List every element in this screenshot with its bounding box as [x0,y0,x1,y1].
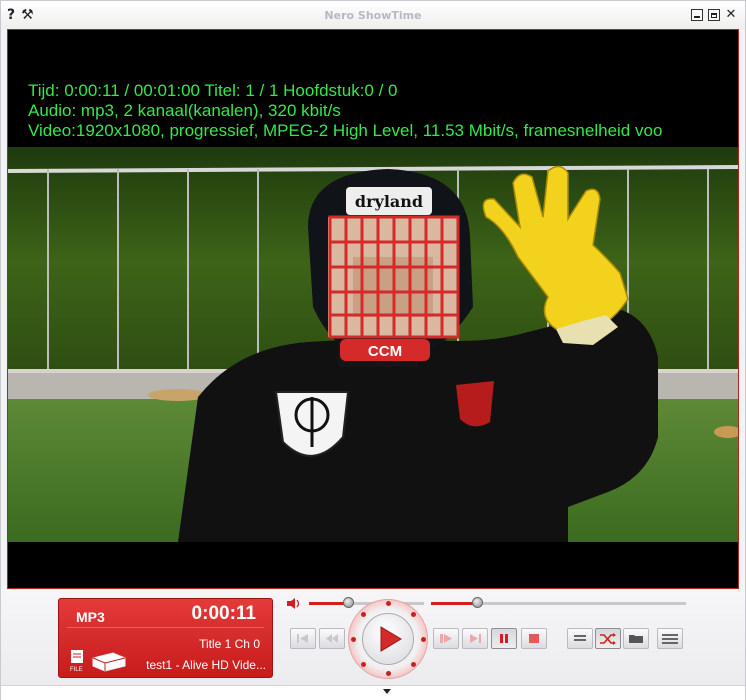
rewind-icon [326,634,338,643]
dial-dot [351,637,356,642]
dial-dot [421,637,426,642]
expand-arrow-icon[interactable] [383,689,391,694]
play-button[interactable] [362,613,414,665]
playlist-icon [574,635,586,641]
restore-button[interactable] [708,9,720,21]
stop-icon [529,634,539,643]
osd-overlay: Tijd: 0:00:11 / 00:01:00 Titel: 1 / 1 Ho… [28,81,662,141]
lcd-time: 0:00:11 [191,603,256,624]
osd-line-video: Video:1920x1080, progressief, MPEG-2 Hig… [28,121,663,140]
file-source-icon[interactable]: FILE [69,649,129,673]
player-window: ? ⚒ Nero ShowTime ✕ dryland CCM Tijd: 0:… [0,0,746,700]
skip-back-icon [297,634,308,643]
menu-button[interactable] [657,628,683,649]
next-chapter-button[interactable] [462,628,488,649]
previous-chapter-button[interactable] [290,628,316,649]
skip-forward-icon [470,634,481,643]
lcd-display: MP3 0:00:11 Title 1 Ch 0 test1 - Alive H… [58,598,273,678]
shuffle-button[interactable] [595,628,621,649]
lcd-title-chapter: Title 1 Ch 0 [199,637,260,651]
fast-forward-icon [440,634,452,643]
window-title: Nero ShowTime [324,9,422,22]
bottom-expander[interactable] [1,685,745,700]
dial-dot [386,671,391,676]
goalie-helmet: dryland CCM [308,169,473,362]
folder-icon [629,635,643,643]
seek-fill [431,602,477,605]
minimize-button[interactable] [691,9,703,21]
lcd-format: MP3 [76,609,105,625]
lcd-separator [67,627,264,628]
list-icon [662,633,678,644]
osd-line-time: Tijd: 0:00:11 / 00:01:00 Titel: 1 / 1 Ho… [28,81,398,100]
close-button[interactable]: ✕ [725,8,737,21]
pause-button[interactable] [491,628,517,649]
volume-knob[interactable] [343,597,355,608]
helmet-chin-label: CCM [368,343,402,360]
playlist-button[interactable] [567,628,593,649]
fast-forward-button[interactable] [433,628,459,649]
stop-button[interactable] [521,628,547,649]
osd-line-audio: Audio: mp3, 2 kanaal(kanalen), 320 kbit/… [28,101,341,120]
title-bar[interactable]: ? ⚒ Nero ShowTime ✕ [1,1,745,29]
window-buttons: ✕ [691,8,737,21]
pause-icon [500,634,508,643]
play-icon [380,626,402,652]
helmet-brand-label: dryland [355,192,423,211]
seek-knob[interactable] [471,597,483,608]
video-frame: dryland CCM [8,147,738,542]
open-folder-button[interactable] [623,628,649,649]
speaker-icon[interactable] [286,597,302,610]
lcd-filename: test1 - Alive HD Vide... [146,658,266,672]
rewind-button[interactable] [319,628,345,649]
dial-dot [386,601,391,606]
shuffle-icon [600,632,616,645]
seek-slider[interactable] [431,597,686,609]
video-display[interactable]: dryland CCM Tijd: 0:00:11 / 00:01:00 Tit… [7,29,739,589]
file-icon-label: FILE [70,667,83,673]
